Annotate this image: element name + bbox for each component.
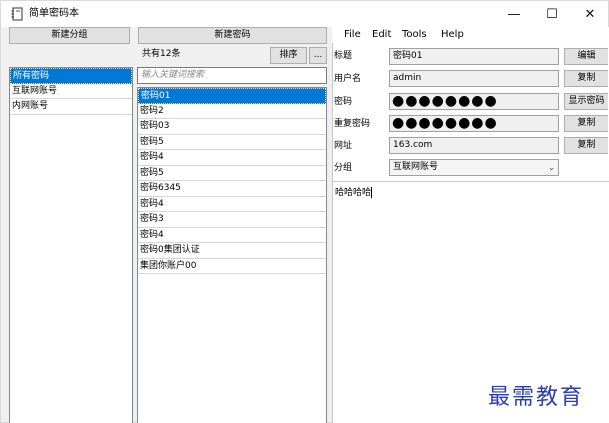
menu-help[interactable]: Help <box>441 28 464 42</box>
title-label: 标题 <box>334 51 353 61</box>
list-item[interactable]: 密码4 <box>138 150 326 166</box>
group-select-value: 互联网账号 <box>393 162 439 172</box>
close-button[interactable]: ✕ <box>571 1 609 27</box>
title-bar: 简单密码本 — ☐ ✕ <box>1 1 608 27</box>
list-item[interactable]: 密码2 <box>138 104 326 119</box>
window-title: 简单密码本 <box>29 8 79 19</box>
username-field[interactable]: admin <box>389 70 559 87</box>
copy-password-button[interactable]: 复制 <box>564 115 608 132</box>
list-item[interactable]: 密码5 <box>138 166 326 181</box>
edit-button[interactable]: 编辑 <box>564 48 608 65</box>
chevron-down-icon: ⌄ <box>548 163 555 172</box>
list-item[interactable]: 密码0集团认证 <box>138 243 326 259</box>
sort-button[interactable]: 排序 <box>270 47 307 64</box>
watermark: 最需教育 <box>488 385 585 410</box>
confirm-password-label: 重复密码 <box>334 119 371 129</box>
new-password-button[interactable]: 新建密码 <box>138 27 327 44</box>
item-count: 共有12条 <box>142 49 181 59</box>
title-field[interactable]: 密码01 <box>389 48 559 65</box>
notebook-icon <box>11 7 23 21</box>
group-item-all[interactable]: 所有密码 <box>10 68 132 84</box>
group-item-internet[interactable]: 互联网账号 <box>10 84 132 99</box>
group-item-intranet[interactable]: 内网账号 <box>10 99 132 115</box>
list-item[interactable]: 密码03 <box>138 119 326 135</box>
minimize-button[interactable]: — <box>495 1 533 27</box>
list-item[interactable]: 集团你账户00 <box>138 259 326 274</box>
copy-username-button[interactable]: 复制 <box>564 70 608 87</box>
confirm-password-field[interactable]: ●●●●●●●● <box>389 115 559 132</box>
new-group-button[interactable]: 新建分组 <box>9 27 130 44</box>
password-field[interactable]: ●●●●●●●● <box>389 93 559 110</box>
copy-url-button[interactable]: 复制 <box>564 137 608 154</box>
password-list: 密码01 密码2 密码03 密码5 密码4 密码5 密码6345 密码4 密码3… <box>137 87 327 423</box>
more-button[interactable]: ... <box>309 47 327 64</box>
notes-text: 哈哈哈哈 <box>335 188 372 198</box>
url-field[interactable]: 163.com <box>389 137 559 154</box>
list-item[interactable]: 密码3 <box>138 212 326 228</box>
list-item[interactable]: 密码6345 <box>138 181 326 197</box>
url-label: 网址 <box>334 141 353 151</box>
text-caret <box>371 187 373 198</box>
menu-bar: File Edit Tools Help <box>332 27 609 43</box>
menu-tools[interactable]: Tools <box>402 28 427 42</box>
password-label: 密码 <box>334 97 353 107</box>
username-label: 用户名 <box>334 74 362 84</box>
maximize-button[interactable]: ☐ <box>533 1 571 27</box>
app-window: 简单密码本 — ☐ ✕ 新建分组 所有密码 互联网账号 内网账号 新建密码 共有… <box>0 0 609 423</box>
menu-edit[interactable]: Edit <box>372 28 391 42</box>
show-password-button[interactable]: 显示密码 <box>564 93 608 110</box>
menu-file[interactable]: File <box>344 28 361 42</box>
list-item[interactable]: 密码4 <box>138 228 326 243</box>
list-item[interactable]: 密码5 <box>138 135 326 150</box>
group-list: 所有密码 互联网账号 内网账号 <box>9 67 133 423</box>
group-select[interactable]: 互联网账号 ⌄ <box>389 159 559 176</box>
search-input[interactable]: 输入关键词搜索 <box>137 67 327 84</box>
list-item[interactable]: 密码01 <box>138 88 326 104</box>
list-item[interactable]: 密码4 <box>138 197 326 212</box>
group-label: 分组 <box>334 163 353 173</box>
